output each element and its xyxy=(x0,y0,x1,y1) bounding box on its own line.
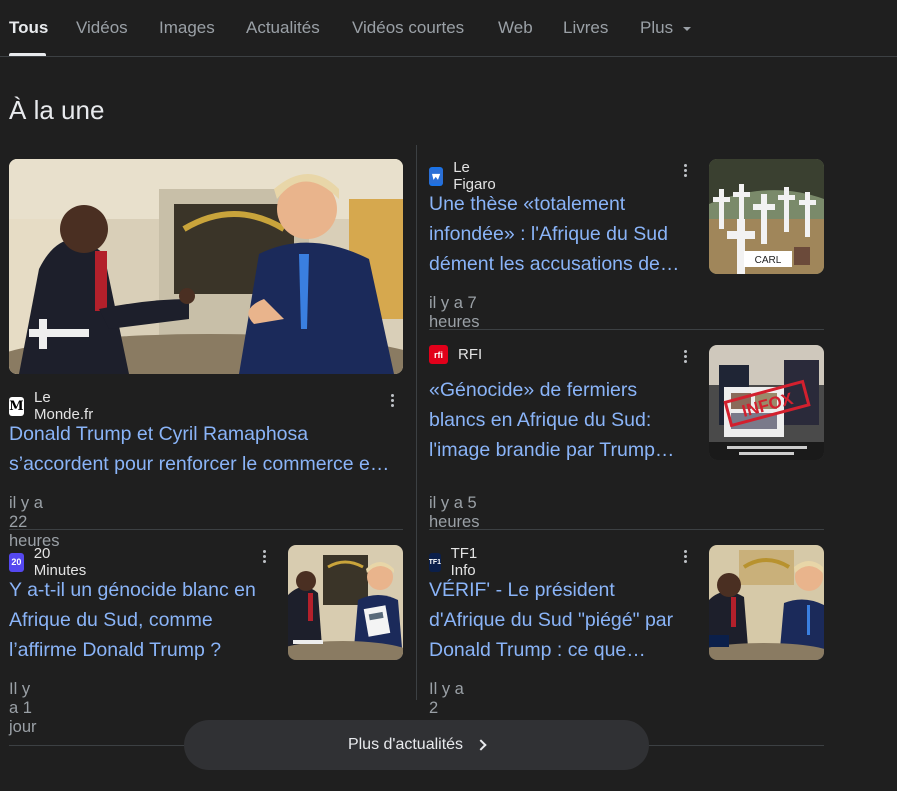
tab-images[interactable]: Images xyxy=(159,18,215,38)
more-options-icon[interactable] xyxy=(254,546,274,566)
tab-more[interactable]: Plus xyxy=(640,18,673,38)
tf1-info-logo-icon: TF1 xyxy=(429,552,441,572)
source-name: Le Monde.fr xyxy=(34,389,94,423)
story-time: il y a 5 heures xyxy=(429,494,480,531)
le-monde-logo-icon: M xyxy=(9,396,24,416)
chevron-down-icon xyxy=(683,27,691,31)
chevron-right-icon xyxy=(475,739,487,751)
more-options-icon[interactable] xyxy=(675,160,695,180)
source-row: Le Figaro xyxy=(429,159,501,193)
story-time: il y a 22 heures xyxy=(9,494,60,550)
story-headline[interactable]: Y a-t-il un génocide blanc en Afrique du… xyxy=(9,575,274,665)
tab-books[interactable]: Livres xyxy=(563,18,608,38)
column-divider xyxy=(416,145,417,700)
story-headline[interactable]: «Génocide» de fermiers blancs en Afrique… xyxy=(429,375,694,465)
20-minutes-logo-icon: 20 xyxy=(9,552,24,572)
thumbnail-label: CARL xyxy=(755,255,782,266)
source-row: rfi RFI xyxy=(429,345,482,364)
story-thumbnail[interactable]: CARL xyxy=(709,159,824,274)
story-thumbnail[interactable]: INFOX xyxy=(709,345,824,460)
le-figaro-logo-icon xyxy=(429,166,444,186)
story-headline[interactable]: Donald Trump et Cyril Ramaphosa s’accord… xyxy=(9,419,409,479)
more-news-button[interactable]: Plus d'actualités xyxy=(184,720,649,770)
story-headline[interactable]: VÉRIF' - Le président d'Afrique du Sud "… xyxy=(429,575,694,665)
active-tab-indicator xyxy=(9,53,46,56)
source-name: Le Figaro xyxy=(453,159,496,193)
tab-web[interactable]: Web xyxy=(498,18,533,38)
source-row: M Le Monde.fr xyxy=(9,389,97,423)
story-thumbnail[interactable] xyxy=(288,545,403,660)
story-time: Il y a 1 jour xyxy=(9,680,37,736)
source-row: TF1 TF1 Info xyxy=(429,545,485,579)
tab-short-videos[interactable]: Vidéos courtes xyxy=(352,18,464,38)
more-options-icon[interactable] xyxy=(382,390,402,410)
section-title: À la une xyxy=(9,95,105,125)
row-divider xyxy=(429,329,824,330)
row-divider xyxy=(429,529,824,530)
story-image[interactable] xyxy=(9,159,403,374)
tab-news[interactable]: Actualités xyxy=(246,18,320,38)
story-headline[interactable]: Une thèse «totalement infondée» : l'Afri… xyxy=(429,189,694,279)
more-news-label: Plus d'actualités xyxy=(347,736,464,753)
tab-all[interactable]: Tous xyxy=(9,18,48,38)
more-options-icon[interactable] xyxy=(675,546,695,566)
source-name: TF1 Info xyxy=(450,545,478,579)
row-divider xyxy=(9,529,403,530)
source-name: RFI xyxy=(458,346,483,363)
tab-videos[interactable]: Vidéos xyxy=(76,18,128,38)
story-thumbnail[interactable] xyxy=(709,545,824,660)
story-time: il y a 7 heures xyxy=(429,294,480,331)
search-tabs: Tous Vidéos Images Actualités Vidéos cou… xyxy=(0,0,897,57)
more-options-icon[interactable] xyxy=(675,346,695,366)
rfi-logo-icon: rfi xyxy=(429,345,448,364)
source-name: 20 Minutes xyxy=(33,545,87,579)
source-row: 20 20 Minutes xyxy=(9,545,91,579)
